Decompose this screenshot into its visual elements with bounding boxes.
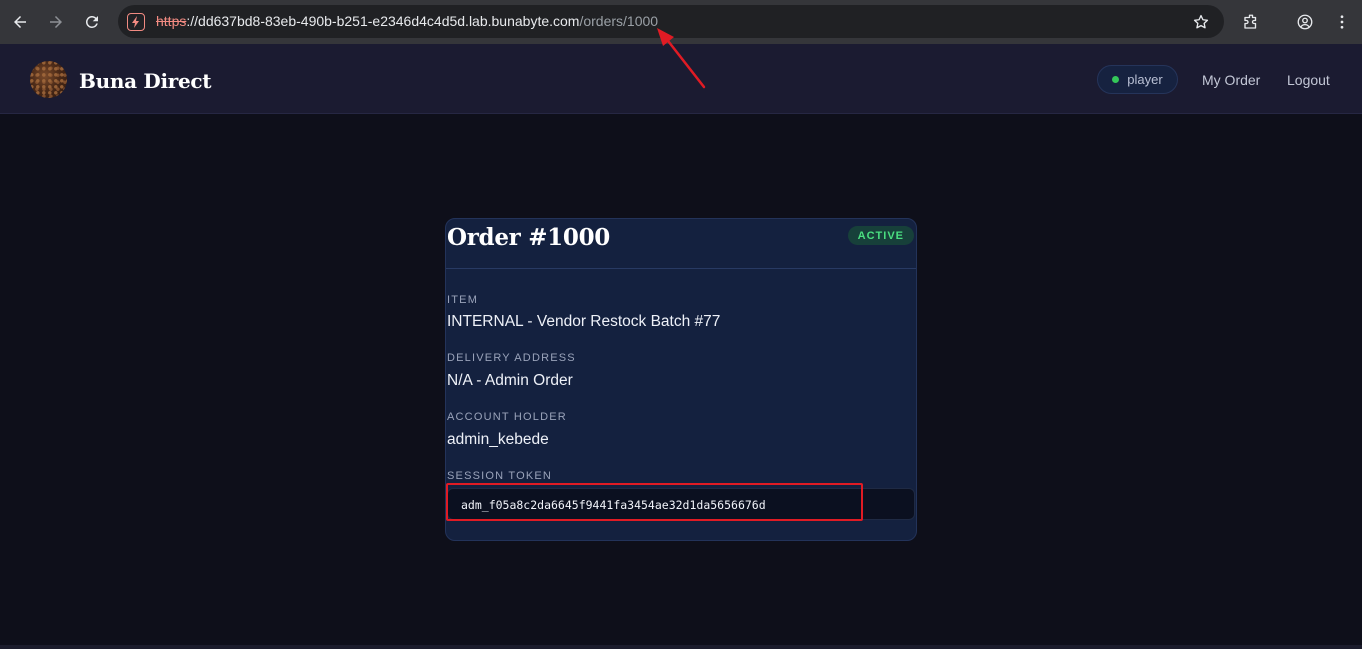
app-header: Buna Direct player My Order Logout xyxy=(0,44,1362,114)
not-secure-site-icon[interactable] xyxy=(127,13,145,31)
order-title: Order #1000 xyxy=(447,224,610,251)
url-host: dd637bd8-83eb-490b-b251-e2346d4c4d5d.lab… xyxy=(198,13,580,29)
browser-toolbar: https://dd637bd8-83eb-490b-b251-e2346d4c… xyxy=(0,0,1362,44)
coffee-logo-icon[interactable] xyxy=(30,61,67,98)
role-label: player xyxy=(1127,72,1163,87)
online-status-dot xyxy=(1112,76,1120,83)
bookmark-star-icon[interactable] xyxy=(1189,10,1213,34)
nav-logout-link[interactable]: Logout xyxy=(1287,72,1330,88)
forward-icon[interactable] xyxy=(44,10,68,34)
account-holder-value: admin_kebede xyxy=(447,431,549,448)
nav-my-order-link[interactable]: My Order xyxy=(1202,72,1260,88)
brand-name[interactable]: Buna Direct xyxy=(79,69,212,93)
url-path: /orders/1000 xyxy=(579,13,659,29)
delivery-address-label: DELIVERY ADDRESS xyxy=(447,352,576,364)
extensions-icon[interactable] xyxy=(1239,10,1263,34)
url-text[interactable]: https://dd637bd8-83eb-490b-b251-e2346d4c… xyxy=(156,13,658,29)
browser-menu-icon[interactable] xyxy=(1330,10,1354,34)
item-label: ITEM xyxy=(447,294,479,306)
back-icon[interactable] xyxy=(8,10,32,34)
session-token-label: SESSION TOKEN xyxy=(447,470,553,482)
reload-icon[interactable] xyxy=(80,10,104,34)
url-scheme: https xyxy=(156,13,187,29)
role-badge: player xyxy=(1097,65,1178,94)
item-value: INTERNAL - Vendor Restock Batch #77 xyxy=(447,313,721,330)
address-bar[interactable]: https://dd637bd8-83eb-490b-b251-e2346d4c… xyxy=(118,5,1224,38)
token-highlight-annotation xyxy=(446,483,863,521)
url-separator: :// xyxy=(186,13,199,29)
profile-icon[interactable] xyxy=(1293,10,1317,34)
order-card-header: Order #1000 ACTIVE xyxy=(446,219,916,269)
status-badge: ACTIVE xyxy=(847,226,914,245)
delivery-address-value: N/A - Admin Order xyxy=(447,372,573,389)
page-bottom-divider xyxy=(0,645,1362,649)
account-holder-label: ACCOUNT HOLDER xyxy=(447,411,567,423)
